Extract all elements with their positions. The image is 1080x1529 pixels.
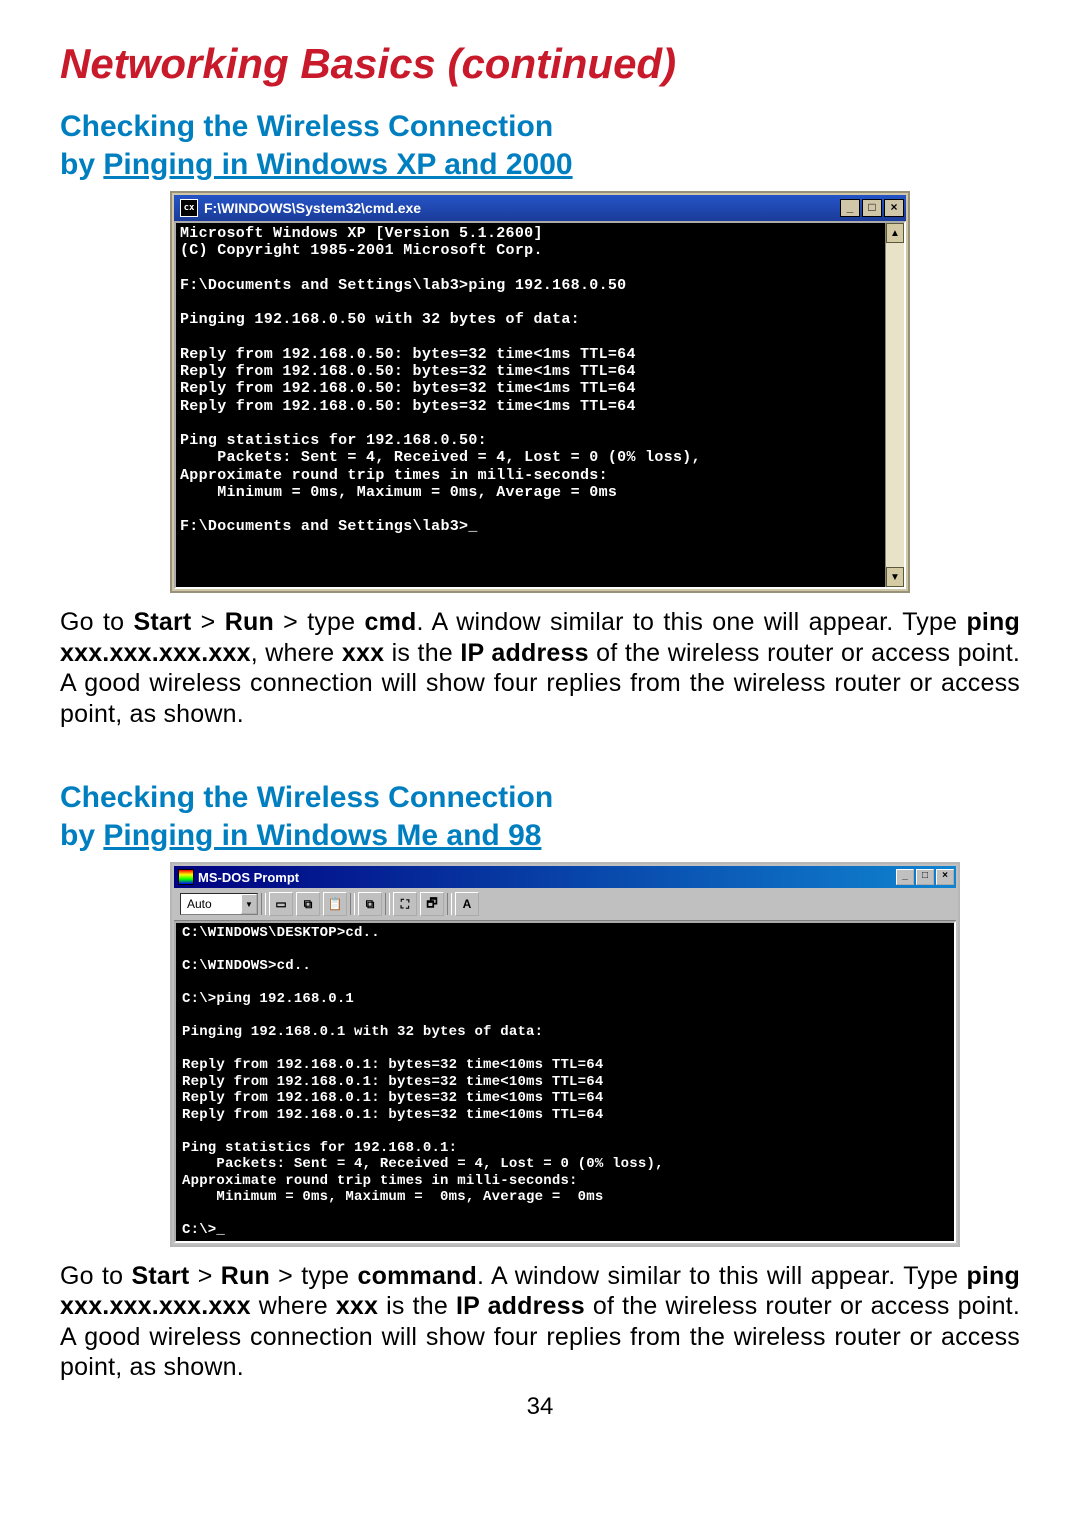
section1-paragraph: Go to Start > Run > type cmd. A window s… xyxy=(60,607,1020,729)
start-label: Start xyxy=(131,1262,189,1290)
cmd-body-wrap: Microsoft Windows XP [Version 5.1.2600] … xyxy=(174,221,906,589)
scroll-down-icon[interactable]: ▼ xyxy=(886,567,904,587)
xxx-label: xxx xyxy=(342,639,384,667)
cmd-xp-figure: cx F:\WINDOWS\System32\cmd.exe _ □ × Mic… xyxy=(170,191,1020,593)
copy-icon[interactable]: ⧉ xyxy=(296,892,320,916)
page-number: 34 xyxy=(60,1393,1020,1421)
minimize-button[interactable]: _ xyxy=(896,869,914,885)
ip-label: IP address xyxy=(460,639,588,667)
xxx-label: xxx xyxy=(336,1292,378,1320)
close-button[interactable]: × xyxy=(936,869,954,885)
text: is the xyxy=(384,639,460,667)
heading-line1: Checking the Wireless Connection xyxy=(60,110,553,143)
msdos-title: MS-DOS Prompt xyxy=(198,870,896,885)
msdos-console: C:\WINDOWS\DESKTOP>cd.. C:\WINDOWS>cd.. … xyxy=(176,923,954,1241)
text: > type xyxy=(274,608,365,636)
separator xyxy=(385,893,390,915)
start-label: Start xyxy=(133,608,191,636)
window-controls: _ □ × xyxy=(840,199,906,217)
scrollbar[interactable]: ▲ ▼ xyxy=(885,223,904,587)
text: Go to xyxy=(60,1262,131,1290)
msdos-icon xyxy=(178,869,194,885)
background-icon[interactable]: 🗗 xyxy=(420,892,444,916)
msdos-titlebar: MS-DOS Prompt _ □ × xyxy=(174,866,956,888)
msdos-window: MS-DOS Prompt _ □ × Auto ▼ ▭ ⧉ 📋 ⧉ ⛶ 🗗 A xyxy=(170,862,960,1247)
text: where xyxy=(251,1292,336,1320)
text: , where xyxy=(251,639,342,667)
combo-value: Auto xyxy=(187,897,212,911)
cmd-xp-title: F:\WINDOWS\System32\cmd.exe xyxy=(204,200,840,216)
close-button[interactable]: × xyxy=(884,199,904,217)
separator xyxy=(447,893,452,915)
separator xyxy=(261,893,266,915)
text: Go to xyxy=(60,608,133,636)
heading2-line2-underline: Pinging in Windows Me and 98 xyxy=(103,819,541,852)
heading2-line2-prefix: by xyxy=(60,819,103,852)
cmd-icon: cx xyxy=(180,199,198,217)
cmd-xp-titlebar: cx F:\WINDOWS\System32\cmd.exe _ □ × xyxy=(174,195,906,221)
text: . A window similar to this will appear. … xyxy=(477,1262,966,1290)
maximize-button[interactable]: □ xyxy=(862,199,882,217)
text: > type xyxy=(270,1262,358,1290)
heading2-line1: Checking the Wireless Connection xyxy=(60,781,553,814)
section2-heading: Checking the Wireless Connection by Ping… xyxy=(60,779,1020,854)
run-label: Run xyxy=(225,608,274,636)
command-label: command xyxy=(358,1262,477,1290)
text: > xyxy=(189,1262,220,1290)
msdos-toolbar: Auto ▼ ▭ ⧉ 📋 ⧉ ⛶ 🗗 A xyxy=(174,888,956,921)
cmd-label: cmd xyxy=(364,608,416,636)
page-title: Networking Basics (continued) xyxy=(60,40,1020,88)
run-label: Run xyxy=(221,1262,270,1290)
maximize-button[interactable]: □ xyxy=(916,869,934,885)
cmd-98-figure: MS-DOS Prompt _ □ × Auto ▼ ▭ ⧉ 📋 ⧉ ⛶ 🗗 A xyxy=(170,862,1020,1247)
text: > xyxy=(191,608,224,636)
properties-icon[interactable]: ⛶ xyxy=(393,892,417,916)
scroll-up-icon[interactable]: ▲ xyxy=(886,223,904,243)
separator xyxy=(350,893,355,915)
minimize-button[interactable]: _ xyxy=(840,199,860,217)
mark-icon[interactable]: ▭ xyxy=(269,892,293,916)
heading-line2-prefix: by xyxy=(60,148,103,181)
cmd-xp-console: Microsoft Windows XP [Version 5.1.2600] … xyxy=(176,223,885,587)
font-icon[interactable]: A xyxy=(455,892,479,916)
font-size-combo[interactable]: Auto ▼ xyxy=(180,893,258,915)
ip-label: IP address xyxy=(456,1292,585,1320)
text: . A window similar to this one will appe… xyxy=(417,608,967,636)
fullscreen-icon[interactable]: ⧉ xyxy=(358,892,382,916)
section1-heading: Checking the Wireless Connection by Ping… xyxy=(60,108,1020,183)
msdos-body-wrap: C:\WINDOWS\DESKTOP>cd.. C:\WINDOWS>cd.. … xyxy=(174,921,956,1243)
cmd-xp-window: cx F:\WINDOWS\System32\cmd.exe _ □ × Mic… xyxy=(170,191,910,593)
heading-line2-underline: Pinging in Windows XP and 2000 xyxy=(103,148,572,181)
text: is the xyxy=(378,1292,456,1320)
chevron-down-icon[interactable]: ▼ xyxy=(241,894,257,914)
paste-icon[interactable]: 📋 xyxy=(323,892,347,916)
window-controls-98: _ □ × xyxy=(896,869,956,885)
section2-paragraph: Go to Start > Run > type command. A wind… xyxy=(60,1261,1020,1383)
